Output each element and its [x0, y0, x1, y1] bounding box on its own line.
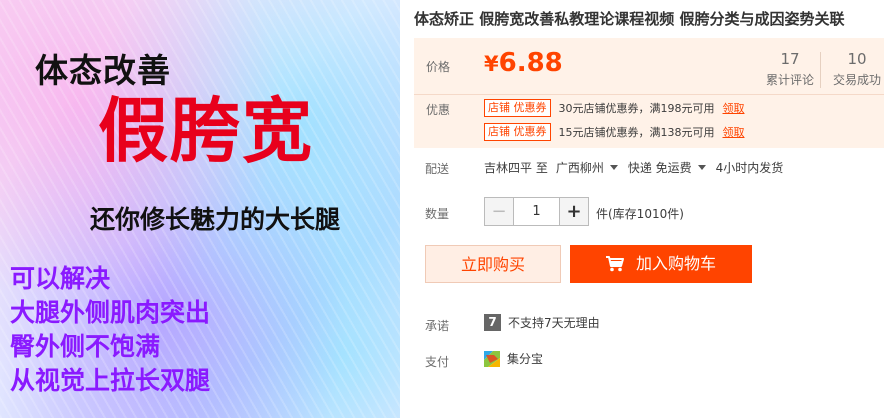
promo-benefit: 大腿外侧肌肉突出 [10, 298, 211, 327]
promo-tagline: 还你修长魅力的大长腿 [90, 205, 341, 234]
quantity-stepper: − 1 + [484, 197, 589, 226]
currency-symbol: ¥ [484, 52, 499, 76]
delivery-time: 4小时内发货 [715, 161, 784, 175]
coupon-text: 30元店铺优惠券，满198元可用 [558, 102, 715, 115]
price-row: 价格 ¥6.88 17 累计评论 10 交易成功 [414, 38, 884, 94]
quantity-label: 数量 [425, 207, 450, 221]
coupon-tag: 店铺 优惠券 [484, 99, 551, 117]
promo-benefit: 臀外侧不饱满 [10, 332, 161, 361]
price-label: 价格 [426, 60, 451, 74]
add-to-cart-label: 加入购物车 [635, 254, 716, 273]
promo-benefits-list: 可以解决 大腿外侧肌肉突出 臀外侧不饱满 从视觉上拉长双腿 [10, 262, 210, 398]
promo-main-title: 假胯宽 [98, 90, 314, 172]
cart-icon [605, 256, 624, 272]
divider [414, 94, 884, 95]
promise-text: 不支持7天无理由 [508, 316, 600, 330]
ship-to-select[interactable]: 广西柳州 [556, 159, 604, 176]
claim-coupon-link[interactable]: 领取 [723, 100, 745, 116]
price-panel: 价格 ¥6.88 17 累计评论 10 交易成功 优惠 店铺 优惠券 30元店铺… [414, 38, 884, 148]
stat-divider [820, 52, 821, 88]
increase-button[interactable]: + [559, 198, 588, 225]
payment-label: 支付 [425, 355, 450, 369]
promo-image: 体态改善 假胯宽 还你修长魅力的大长腿 可以解决 大腿外侧肌肉突出 臀外侧不饱满… [0, 0, 400, 418]
chevron-down-icon[interactable] [697, 165, 706, 170]
promo-headline: 体态改善 [35, 51, 171, 90]
ship-from: 吉林四平 至 [484, 161, 548, 175]
stock-info: 件(库存1010件) [596, 207, 684, 221]
sales-stat: 10 交易成功 [833, 50, 881, 88]
chevron-down-icon[interactable] [609, 165, 618, 170]
coupon-row: 店铺 优惠券 15元店铺优惠券，满138元可用 领取 [484, 123, 745, 141]
shipping-row: 吉林四平 至 广西柳州 快递 免运费 4小时内发货 [484, 159, 783, 176]
reviews-label: 累计评论 [766, 73, 815, 87]
decrease-button[interactable]: − [485, 198, 514, 225]
sales-label: 交易成功 [833, 73, 882, 87]
promotions-label: 优惠 [426, 103, 451, 117]
buy-now-button[interactable]: 立即购买 [425, 245, 561, 283]
promise-row: 7 不支持7天无理由 [484, 314, 600, 331]
claim-coupon-link[interactable]: 领取 [723, 124, 745, 140]
payment-row: 集分宝 [484, 350, 543, 367]
payment-method: 集分宝 [507, 352, 544, 366]
promise-label: 承诺 [425, 319, 450, 333]
jifenbao-icon [484, 350, 500, 367]
reviews-count: 17 [780, 50, 800, 68]
promo-benefit: 从视觉上拉长双腿 [10, 366, 211, 395]
reviews-stat[interactable]: 17 累计评论 [766, 50, 814, 88]
quantity-input[interactable]: 1 [514, 198, 559, 225]
price-amount: 6.88 [498, 48, 563, 78]
product-title: 体态矫正 假胯宽改善私教理论课程视频 假胯分类与成因姿势关联 [414, 10, 845, 28]
coupon-text: 15元店铺优惠券，满138元可用 [558, 126, 715, 139]
shipping-method-select[interactable]: 快递 免运费 [628, 159, 692, 176]
coupon-tag: 店铺 优惠券 [484, 123, 551, 141]
coupon-row: 店铺 优惠券 30元店铺优惠券，满198元可用 领取 [484, 99, 745, 117]
add-to-cart-button[interactable]: 加入购物车 [570, 245, 752, 283]
seven-day-icon: 7 [484, 314, 501, 331]
promo-benefit: 可以解决 [10, 264, 111, 293]
sales-count: 10 [847, 50, 867, 68]
shipping-label: 配送 [425, 162, 450, 176]
price-value: ¥6.88 [484, 48, 563, 78]
